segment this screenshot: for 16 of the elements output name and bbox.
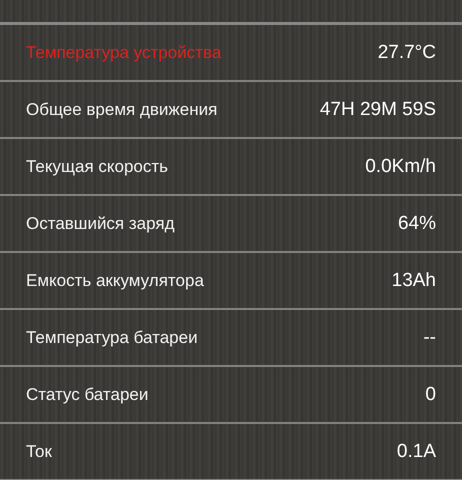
row-label: Температура батареи [26, 328, 198, 348]
row-label: Ток [26, 442, 52, 462]
row-value: 0.1A [396, 440, 436, 462]
row-label: Общее время движения [26, 100, 218, 120]
row-value: 64% [398, 212, 436, 234]
row-label: Температура устройства [26, 42, 222, 62]
row-value: 27.7°C [378, 42, 436, 64]
row-value: 0 [425, 384, 436, 406]
row-value: 47H 29M 59S [320, 98, 436, 120]
row-value: 0.0Km/h [365, 156, 436, 178]
row-label: Емкость аккумулятора [26, 270, 204, 290]
row-label: Оставшийся заряд [26, 214, 175, 234]
row-label: Текущая скорость [26, 156, 168, 176]
row-label: Статус батареи [26, 384, 148, 404]
row-value: -- [423, 326, 436, 348]
row-value: 13Ah [392, 270, 436, 292]
